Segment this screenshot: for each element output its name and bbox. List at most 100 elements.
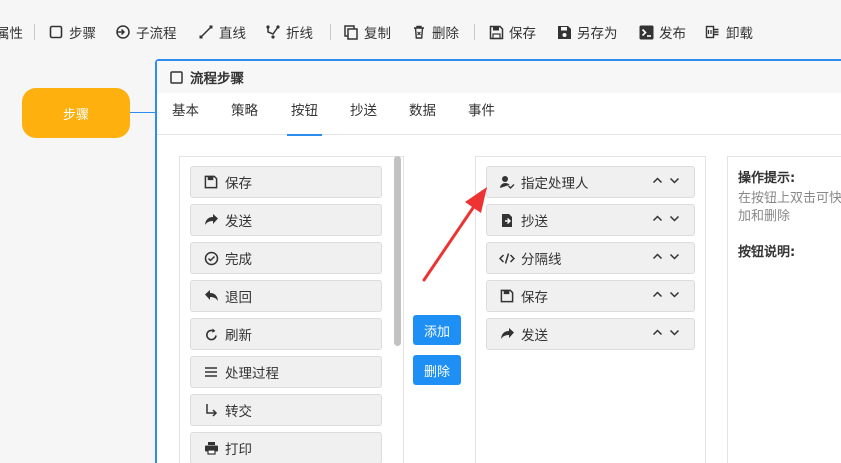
subflow-icon (115, 24, 131, 40)
reorder-controls (652, 175, 680, 186)
save-icon (203, 174, 219, 190)
toolbar-polyline-button[interactable]: 折线 (265, 22, 313, 42)
selected-button-label: 抄送 (521, 214, 548, 230)
tab-strategy[interactable]: 策略 (231, 93, 258, 135)
polyline-icon (265, 24, 281, 40)
flow-step-node-label: 步骤 (62, 107, 89, 123)
selected-button-label: 发送 (521, 328, 548, 344)
available-button-refresh[interactable]: 刷新 (190, 318, 382, 350)
user-check-icon (499, 174, 515, 190)
flow-step-node[interactable]: 步骤 (22, 88, 130, 138)
save-icon (499, 288, 515, 304)
publish-icon (638, 24, 654, 40)
chevron-up-icon[interactable] (652, 175, 663, 186)
available-button-print[interactable]: 打印 (190, 432, 382, 463)
selected-button-save[interactable]: 保存 (486, 280, 695, 312)
tab-cc[interactable]: 抄送 (350, 93, 377, 135)
toolbar-save-as-button[interactable]: 另存为 (556, 22, 618, 42)
uninstall-icon (705, 24, 721, 40)
available-button-label: 处理过程 (225, 366, 279, 382)
toolbar-uninstall-button[interactable]: 卸载 (705, 22, 753, 42)
trash-icon (411, 24, 427, 40)
reorder-controls (652, 289, 680, 300)
toolbar-properties-button[interactable]: 属性 (0, 22, 23, 42)
toolbar-divider (34, 24, 35, 40)
available-button-label: 完成 (225, 252, 252, 268)
chevron-up-icon[interactable] (652, 289, 663, 300)
toolbar-delete-button[interactable]: 删除 (411, 22, 459, 42)
selected-button-divider[interactable]: 分隔线 (486, 242, 695, 274)
toolbar-step-button[interactable]: 步骤 (48, 22, 96, 42)
available-button-label: 打印 (225, 442, 252, 458)
chevron-up-icon[interactable] (652, 251, 663, 262)
tips-title: 操作提示: (738, 171, 796, 186)
available-button-label: 退回 (225, 290, 252, 306)
reply-icon (203, 288, 219, 304)
chevron-up-icon[interactable] (652, 327, 663, 338)
remove-button[interactable]: 删除 (413, 355, 461, 385)
toolbar-step-label: 步骤 (69, 26, 96, 42)
chevron-down-icon[interactable] (669, 327, 680, 338)
selected-button-label: 分隔线 (521, 252, 562, 268)
toolbar-subflow-button[interactable]: 子流程 (115, 22, 177, 42)
save-as-icon (556, 24, 572, 40)
toolbar-save-as-label: 另存为 (577, 26, 618, 42)
refresh-icon (203, 326, 219, 342)
chevron-down-icon[interactable] (669, 175, 680, 186)
toolbar-save-button[interactable]: 保存 (488, 22, 536, 42)
toolbar-subflow-label: 子流程 (136, 26, 177, 42)
toolbar-save-label: 保存 (509, 26, 536, 42)
available-button-save[interactable]: 保存 (190, 166, 382, 198)
window-square-icon (170, 70, 183, 84)
selected-button-cc[interactable]: 抄送 (486, 204, 695, 236)
line-icon (198, 24, 214, 40)
list-icon (203, 364, 219, 380)
toolbar-delete-label: 删除 (432, 26, 459, 42)
tips-line-1: 在按钮上双击可快 (738, 191, 841, 206)
selected-button-label: 指定处理人 (521, 176, 589, 192)
available-button-send[interactable]: 发送 (190, 204, 382, 236)
toolbar-publish-label: 发布 (659, 26, 686, 42)
toolbar-copy-label: 复制 (364, 26, 391, 42)
toolbar-divider (330, 24, 331, 40)
chevron-down-icon[interactable] (669, 289, 680, 300)
toolbar-line-button[interactable]: 直线 (198, 22, 246, 42)
toolbar-copy-button[interactable]: 复制 (343, 22, 391, 42)
chevron-up-icon[interactable] (652, 213, 663, 224)
chevron-down-icon[interactable] (669, 251, 680, 262)
dialog-header[interactable]: 流程步骤 (157, 61, 841, 93)
available-button-label: 发送 (225, 214, 252, 230)
available-button-process[interactable]: 处理过程 (190, 356, 382, 388)
toolbar-publish-button[interactable]: 发布 (638, 22, 686, 42)
chevron-down-icon[interactable] (669, 213, 680, 224)
connector-line (130, 112, 158, 113)
save-icon (488, 24, 504, 40)
tab-basic[interactable]: 基本 (172, 93, 199, 135)
available-buttons-scrollbar[interactable] (394, 156, 401, 346)
selected-button-send[interactable]: 发送 (486, 318, 695, 350)
annotation-arrow-icon (422, 187, 487, 282)
tab-buttons[interactable]: 按钮 (287, 93, 322, 136)
add-button[interactable]: 添加 (413, 315, 461, 345)
tips-line-2: 加和删除 (738, 209, 791, 224)
share-arrow-icon (499, 326, 515, 342)
reorder-controls (652, 213, 680, 224)
available-button-return[interactable]: 退回 (190, 280, 382, 312)
available-button-complete[interactable]: 完成 (190, 242, 382, 274)
toolbar: 属性 步骤 子流程 直线 折线 复制 删除 保存 另存为 发布 卸载 (0, 0, 841, 64)
available-button-label: 转交 (225, 404, 252, 420)
print-icon (203, 440, 219, 456)
available-button-transfer[interactable]: 转交 (190, 394, 382, 426)
tab-events[interactable]: 事件 (468, 93, 495, 135)
copy-icon (343, 24, 359, 40)
button-description-title: 按钮说明: (738, 245, 796, 260)
reorder-controls (652, 251, 680, 262)
toolbar-properties-label: 属性 (0, 26, 23, 42)
toolbar-line-label: 直线 (219, 26, 246, 42)
selected-button-assign-handler[interactable]: 指定处理人 (486, 166, 695, 198)
share-arrow-icon (203, 212, 219, 228)
tab-data[interactable]: 数据 (409, 93, 436, 135)
cc-icon (499, 212, 515, 228)
toolbar-divider (474, 24, 475, 40)
turn-arrow-icon (203, 402, 219, 418)
